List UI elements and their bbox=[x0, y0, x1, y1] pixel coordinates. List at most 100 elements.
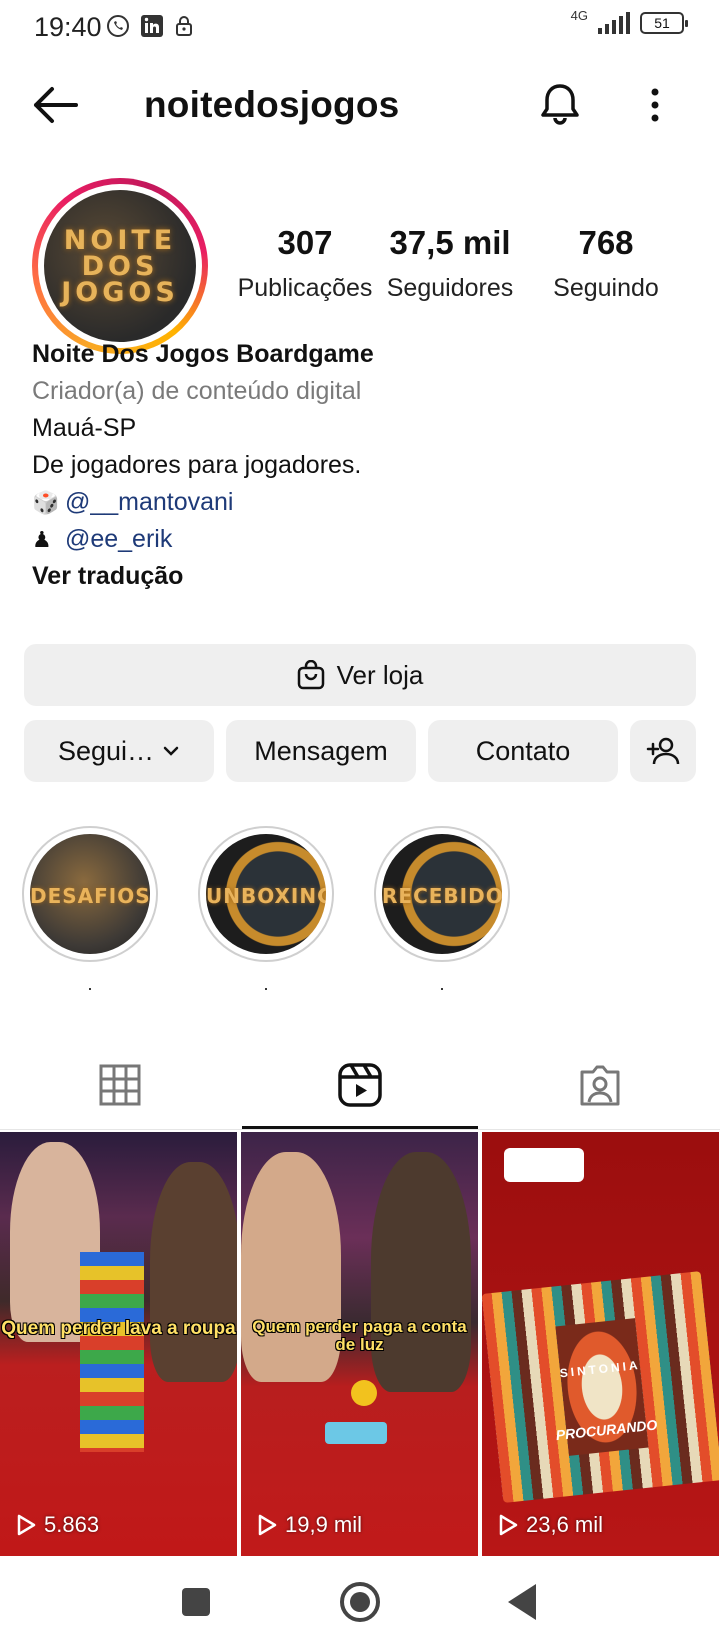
bio-mention-mantovani[interactable]: @__mantovani bbox=[65, 488, 234, 516]
view-shop-button[interactable]: Ver loja bbox=[24, 644, 696, 706]
reel-thumbnail[interactable]: Quem perder lava a roupa 5.863 bbox=[0, 1132, 237, 1556]
reel-view-count: 19,9 mil bbox=[285, 1512, 363, 1537]
person-figure bbox=[150, 1162, 237, 1382]
system-back-button[interactable] bbox=[508, 1584, 536, 1620]
status-system-icons: 4G 51 bbox=[571, 8, 688, 34]
highlight-cover-text: DESAFIOS bbox=[30, 884, 150, 908]
profile-category: Criador(a) de conteúdo digital bbox=[32, 377, 362, 405]
highlight-label: . bbox=[439, 974, 445, 994]
whatsapp-icon bbox=[107, 15, 129, 37]
profile-display-name: Noite Dos Jogos Boardgame bbox=[32, 340, 374, 368]
shopping-bag-icon bbox=[297, 660, 324, 690]
home-button[interactable] bbox=[340, 1582, 380, 1622]
status-bar: 19:40 4G 51 bbox=[0, 0, 720, 56]
back-button[interactable] bbox=[30, 82, 80, 128]
battery-level: 51 bbox=[654, 15, 670, 31]
reel-caption: Quem perder paga a conta de luz bbox=[252, 1317, 467, 1354]
reel-views: 5.863 bbox=[16, 1512, 99, 1538]
tagged-person-icon bbox=[580, 1065, 620, 1106]
stat-followers[interactable]: 37,5 mil Seguidores bbox=[380, 224, 520, 303]
avatar-ring-gap: NOITE DOS JOGOS bbox=[38, 184, 202, 348]
notifications-button[interactable] bbox=[532, 76, 588, 132]
view-shop-label: Ver loja bbox=[336, 659, 424, 690]
stat-following-value: 768 bbox=[578, 224, 634, 261]
bio-link-row-2: ♟ @ee_erik bbox=[32, 521, 692, 558]
dice-icon: 🎲 bbox=[32, 490, 60, 515]
reel-caption: Quem perder lava a roupa bbox=[1, 1318, 236, 1339]
stat-following[interactable]: 768 Seguindo bbox=[526, 224, 686, 303]
avatar: NOITE DOS JOGOS bbox=[44, 190, 196, 342]
bell-icon bbox=[541, 84, 579, 125]
stat-posts-value: 307 bbox=[277, 224, 333, 261]
person-figure bbox=[371, 1152, 471, 1392]
status-time: 19:40 bbox=[34, 12, 102, 42]
play-icon bbox=[17, 1514, 36, 1536]
tab-reels[interactable] bbox=[240, 1040, 480, 1130]
profile-bio: Noite Dos Jogos Boardgame Criador(a) de … bbox=[32, 336, 692, 595]
stat-posts[interactable]: 307 Publicações bbox=[230, 224, 380, 303]
status-notification-icons bbox=[106, 14, 194, 38]
highlight-recebidos[interactable]: RECEBIDOS . bbox=[374, 826, 514, 995]
highlight-ring: UNBOXING bbox=[198, 826, 334, 962]
game-box-art: SINTONIA PROCURANDO bbox=[482, 1271, 719, 1503]
following-label: Segui… bbox=[57, 735, 155, 766]
profile-header: noitedosjogos bbox=[0, 70, 720, 140]
jenga-tower bbox=[80, 1252, 144, 1452]
highlight-label: . bbox=[87, 974, 93, 994]
comment-reply-card bbox=[504, 1148, 584, 1182]
reel-thumbnail[interactable]: Quem perder paga a conta de luz 19,9 mil bbox=[241, 1132, 478, 1556]
chevron-down-icon bbox=[163, 746, 179, 756]
message-button[interactable]: Mensagem bbox=[226, 720, 416, 782]
stat-following-label: Seguindo bbox=[553, 274, 659, 302]
game-bell bbox=[351, 1380, 377, 1406]
reel-views: 23,6 mil bbox=[498, 1512, 603, 1538]
reel-view-count: 5.863 bbox=[44, 1512, 100, 1537]
highlight-ring: DESAFIOS bbox=[22, 826, 158, 962]
stat-posts-label: Publicações bbox=[237, 274, 373, 302]
highlight-cover: UNBOXING bbox=[206, 834, 326, 954]
linkedin-icon bbox=[141, 15, 163, 37]
profile-stats: 307 Publicações 37,5 mil Seguidores 768 … bbox=[230, 224, 700, 303]
network-type: 4G bbox=[570, 7, 588, 23]
more-vertical-icon bbox=[651, 88, 659, 122]
lock-icon bbox=[176, 16, 192, 36]
stat-followers-label: Seguidores bbox=[386, 274, 514, 302]
profile-tagline: De jogadores para jogadores. bbox=[32, 451, 362, 479]
chess-pawn-icon: ♟ bbox=[32, 527, 52, 552]
suggested-users-button[interactable] bbox=[630, 720, 696, 782]
highlight-desafios[interactable]: DESAFIOS . bbox=[22, 826, 162, 995]
signal-icon bbox=[598, 12, 630, 34]
reel-thumbnail[interactable]: SINTONIA PROCURANDO 23,6 mil bbox=[482, 1132, 719, 1556]
recent-apps-button[interactable] bbox=[182, 1588, 210, 1616]
tab-posts-grid[interactable] bbox=[0, 1040, 240, 1130]
arrow-left-icon bbox=[34, 87, 78, 123]
highlight-cover-text: UNBOXING bbox=[206, 884, 326, 908]
following-button[interactable]: Segui… bbox=[24, 720, 214, 782]
bio-mention-ee-erik[interactable]: @ee_erik bbox=[65, 525, 172, 553]
battery-icon: 51 bbox=[640, 12, 688, 34]
see-translation-link[interactable]: Ver tradução bbox=[32, 558, 692, 595]
contact-button[interactable]: Contato bbox=[428, 720, 618, 782]
avatar-story-ring[interactable]: NOITE DOS JOGOS bbox=[32, 178, 208, 354]
profile-location: Mauá-SP bbox=[32, 414, 137, 442]
tab-tagged[interactable] bbox=[480, 1040, 720, 1130]
bio-link-row-1: 🎲 @__mantovani bbox=[32, 484, 692, 521]
reel-views: 19,9 mil bbox=[257, 1512, 362, 1538]
contact-label: Contato bbox=[475, 735, 571, 766]
more-options-button[interactable] bbox=[640, 80, 670, 130]
stat-followers-value: 37,5 mil bbox=[389, 224, 511, 261]
avatar-logo-text: NOITE DOS JOGOS bbox=[61, 225, 179, 308]
profile-actions: Segui… Mensagem Contato bbox=[24, 720, 696, 782]
highlight-ring: RECEBIDOS bbox=[374, 826, 510, 962]
reels-icon bbox=[338, 1063, 382, 1107]
game-card bbox=[325, 1422, 387, 1444]
play-icon bbox=[258, 1514, 277, 1536]
system-navigation-bar bbox=[0, 1560, 720, 1650]
message-label: Mensagem bbox=[254, 735, 388, 766]
story-highlights: DESAFIOS . UNBOXING . RECEBIDOS . bbox=[22, 826, 702, 996]
active-tab-indicator bbox=[242, 1126, 478, 1129]
add-person-icon bbox=[646, 737, 680, 765]
highlight-unboxing[interactable]: UNBOXING . bbox=[198, 826, 338, 995]
highlight-cover: RECEBIDOS bbox=[382, 834, 502, 954]
reel-view-count: 23,6 mil bbox=[526, 1512, 604, 1537]
